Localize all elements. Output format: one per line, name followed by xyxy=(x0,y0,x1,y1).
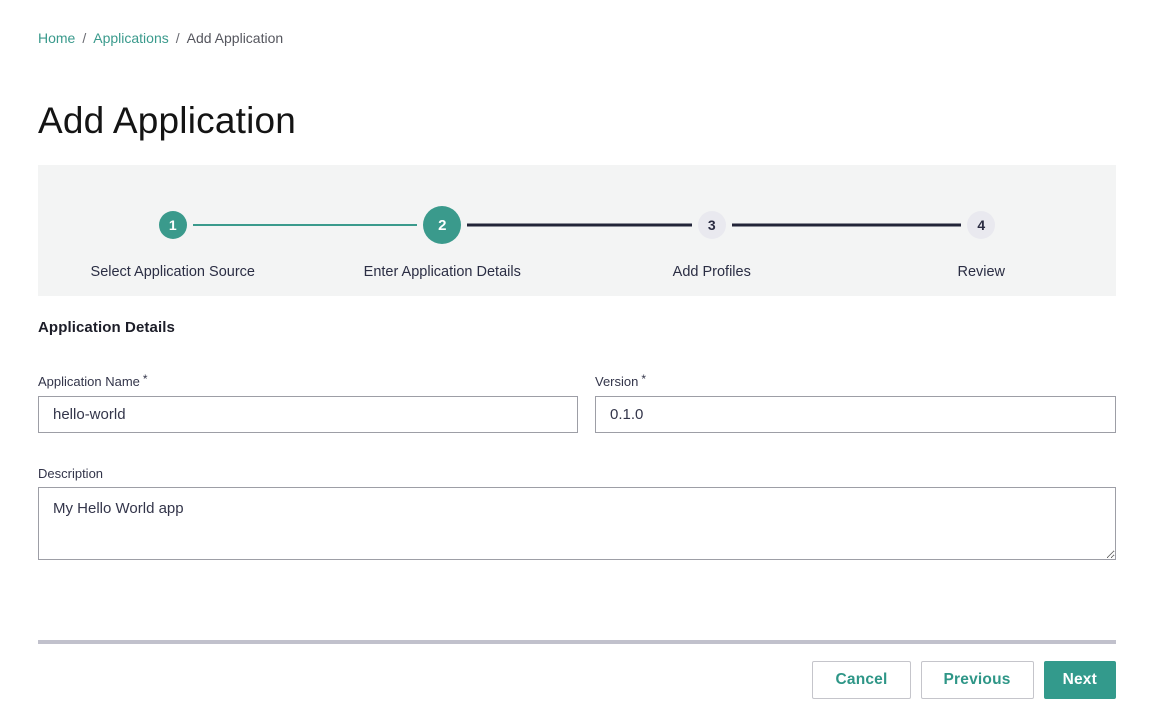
footer-actions: Cancel Previous Next xyxy=(38,661,1116,699)
section-title-application-details: Application Details xyxy=(38,319,1116,336)
step-2-circle[interactable]: 2 xyxy=(423,206,461,244)
page-title: Add Application xyxy=(38,102,1116,139)
version-field-group: Version* xyxy=(595,374,1116,433)
name-version-row: Application Name* Version* xyxy=(38,374,1116,433)
stepper-connector-1-2 xyxy=(193,224,418,226)
next-button[interactable]: Next xyxy=(1044,661,1116,699)
step-1-circle[interactable]: 1 xyxy=(159,211,187,239)
step-2-label: Enter Application Details xyxy=(364,264,521,280)
required-asterisk: * xyxy=(641,372,646,386)
wizard-stepper: 1 2 3 4 Select Application Source Enter … xyxy=(38,165,1116,296)
cancel-button[interactable]: Cancel xyxy=(812,661,910,699)
step-1-label: Select Application Source xyxy=(91,264,255,280)
description-textarea[interactable]: My Hello World app xyxy=(38,487,1116,560)
stepper-connector-2-3 xyxy=(467,224,692,227)
application-name-input[interactable] xyxy=(38,396,578,433)
version-label: Version* xyxy=(595,374,1116,389)
breadcrumb-link-home[interactable]: Home xyxy=(38,30,75,46)
required-asterisk: * xyxy=(143,372,148,386)
step-4-label: Review xyxy=(957,264,1005,280)
step-3-label: Add Profiles xyxy=(673,264,751,280)
breadcrumb-current: Add Application xyxy=(187,30,284,46)
version-input[interactable] xyxy=(595,396,1116,433)
footer-divider xyxy=(38,640,1116,644)
add-application-page: Home / Applications / Add Application Ad… xyxy=(0,0,1153,718)
step-4-circle[interactable]: 4 xyxy=(967,211,995,239)
step-3-circle[interactable]: 3 xyxy=(698,211,726,239)
stepper-circle-row: 1 2 3 4 xyxy=(38,206,1116,244)
breadcrumb-separator: / xyxy=(176,30,180,46)
description-field-group: Description My Hello World app xyxy=(38,466,1116,560)
breadcrumb-link-applications[interactable]: Applications xyxy=(93,30,169,46)
description-label: Description xyxy=(38,466,1116,481)
breadcrumb-separator: / xyxy=(82,30,86,46)
application-name-field-group: Application Name* xyxy=(38,374,578,433)
stepper-connector-3-4 xyxy=(732,224,962,227)
application-name-label: Application Name* xyxy=(38,374,578,389)
breadcrumb: Home / Applications / Add Application xyxy=(38,30,1116,46)
previous-button[interactable]: Previous xyxy=(921,661,1034,699)
